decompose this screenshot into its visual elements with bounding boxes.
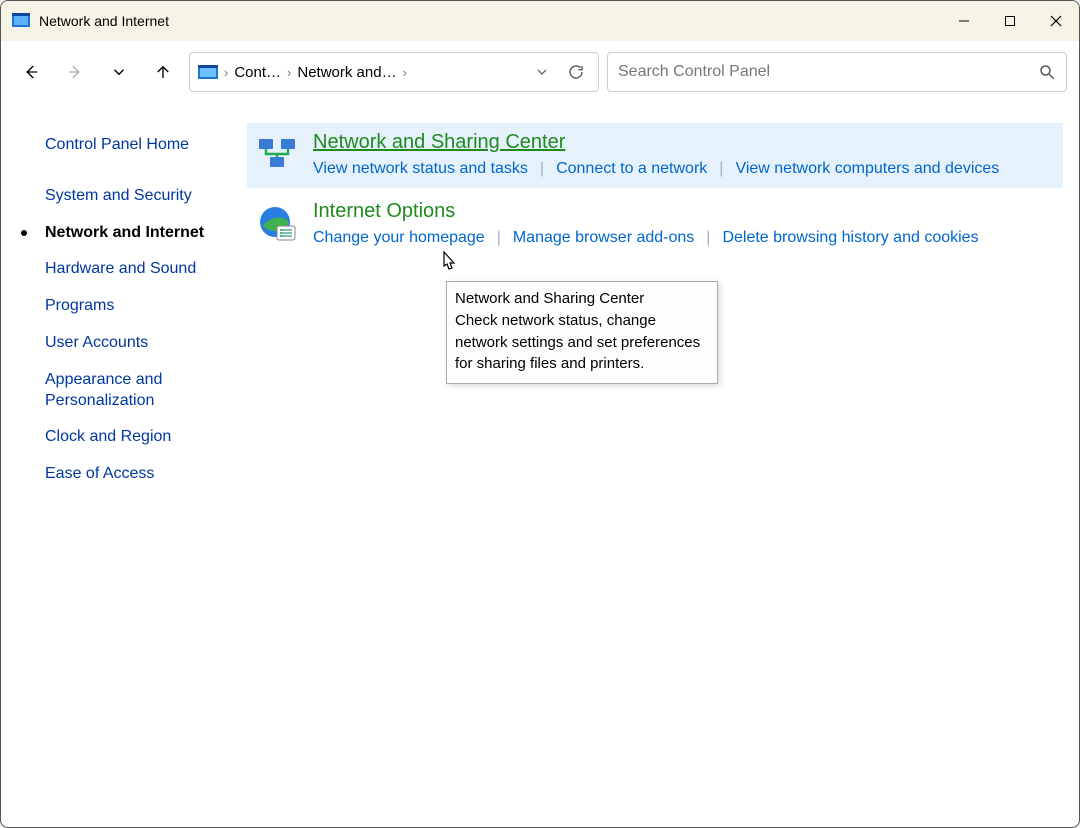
network-sharing-icon — [257, 135, 297, 175]
address-dropdown-button[interactable] — [528, 58, 556, 86]
tooltip: Network and Sharing Center Check network… — [446, 281, 718, 384]
sidebar-item-hardware-sound[interactable]: Hardware and Sound — [45, 251, 247, 288]
minimize-button[interactable] — [941, 1, 987, 41]
sidebar: Control Panel Home System and Security N… — [1, 103, 247, 827]
sidebar-item-system-security[interactable]: System and Security — [45, 178, 247, 215]
sidebar-item-user-accounts[interactable]: User Accounts — [45, 325, 247, 362]
task-link[interactable]: View network computers and devices — [735, 160, 999, 178]
chevron-right-icon[interactable]: › — [224, 65, 228, 80]
chevron-right-icon[interactable]: › — [287, 65, 291, 80]
category-network-sharing: Network and Sharing Center View network … — [247, 123, 1063, 188]
sidebar-item-ease-of-access[interactable]: Ease of Access — [45, 456, 247, 493]
search-icon[interactable] — [1038, 63, 1056, 81]
sidebar-item-programs[interactable]: Programs — [45, 288, 247, 325]
window: Network and Internet — [0, 0, 1080, 828]
control-panel-icon — [11, 11, 31, 31]
refresh-button[interactable] — [562, 58, 590, 86]
sidebar-item-clock-region[interactable]: Clock and Region — [45, 419, 247, 456]
sidebar-item-appearance[interactable]: Appearance and Personalization — [45, 362, 247, 420]
task-link[interactable]: Manage browser add-ons — [513, 229, 694, 247]
toolbar: › Cont… › Network and… › — [1, 41, 1079, 103]
close-button[interactable] — [1033, 1, 1079, 41]
address-bar[interactable]: › Cont… › Network and… › — [189, 52, 599, 92]
category-title-link[interactable]: Internet Options — [313, 200, 455, 223]
task-link[interactable]: Change your homepage — [313, 229, 485, 247]
tooltip-body: Check network status, change network set… — [455, 310, 709, 375]
window-title: Network and Internet — [39, 13, 941, 29]
search-input[interactable] — [618, 63, 1038, 81]
category-title-link[interactable]: Network and Sharing Center — [313, 131, 565, 154]
titlebar: Network and Internet — [1, 1, 1079, 41]
tooltip-title: Network and Sharing Center — [455, 288, 709, 310]
task-link[interactable]: Delete browsing history and cookies — [722, 229, 978, 247]
search-box[interactable] — [607, 52, 1067, 92]
forward-button[interactable] — [57, 54, 93, 90]
up-button[interactable] — [145, 54, 181, 90]
chevron-right-icon[interactable]: › — [403, 65, 407, 80]
task-link[interactable]: View network status and tasks — [313, 160, 528, 178]
category-internet-options: Internet Options Change your homepage | … — [247, 192, 1063, 257]
breadcrumb-current[interactable]: Network and… — [297, 64, 396, 81]
maximize-button[interactable] — [987, 1, 1033, 41]
main-panel: Network and Sharing Center View network … — [247, 103, 1079, 827]
breadcrumb-root[interactable]: Cont… — [234, 64, 281, 81]
recent-dropdown-button[interactable] — [101, 54, 137, 90]
content-area: Control Panel Home System and Security N… — [1, 103, 1079, 827]
sidebar-item-network-internet[interactable]: Network and Internet — [45, 215, 247, 252]
back-button[interactable] — [13, 54, 49, 90]
internet-options-icon — [257, 204, 297, 244]
sidebar-item-control-panel-home[interactable]: Control Panel Home — [45, 127, 247, 164]
task-link[interactable]: Connect to a network — [556, 160, 707, 178]
control-panel-icon — [198, 63, 218, 81]
